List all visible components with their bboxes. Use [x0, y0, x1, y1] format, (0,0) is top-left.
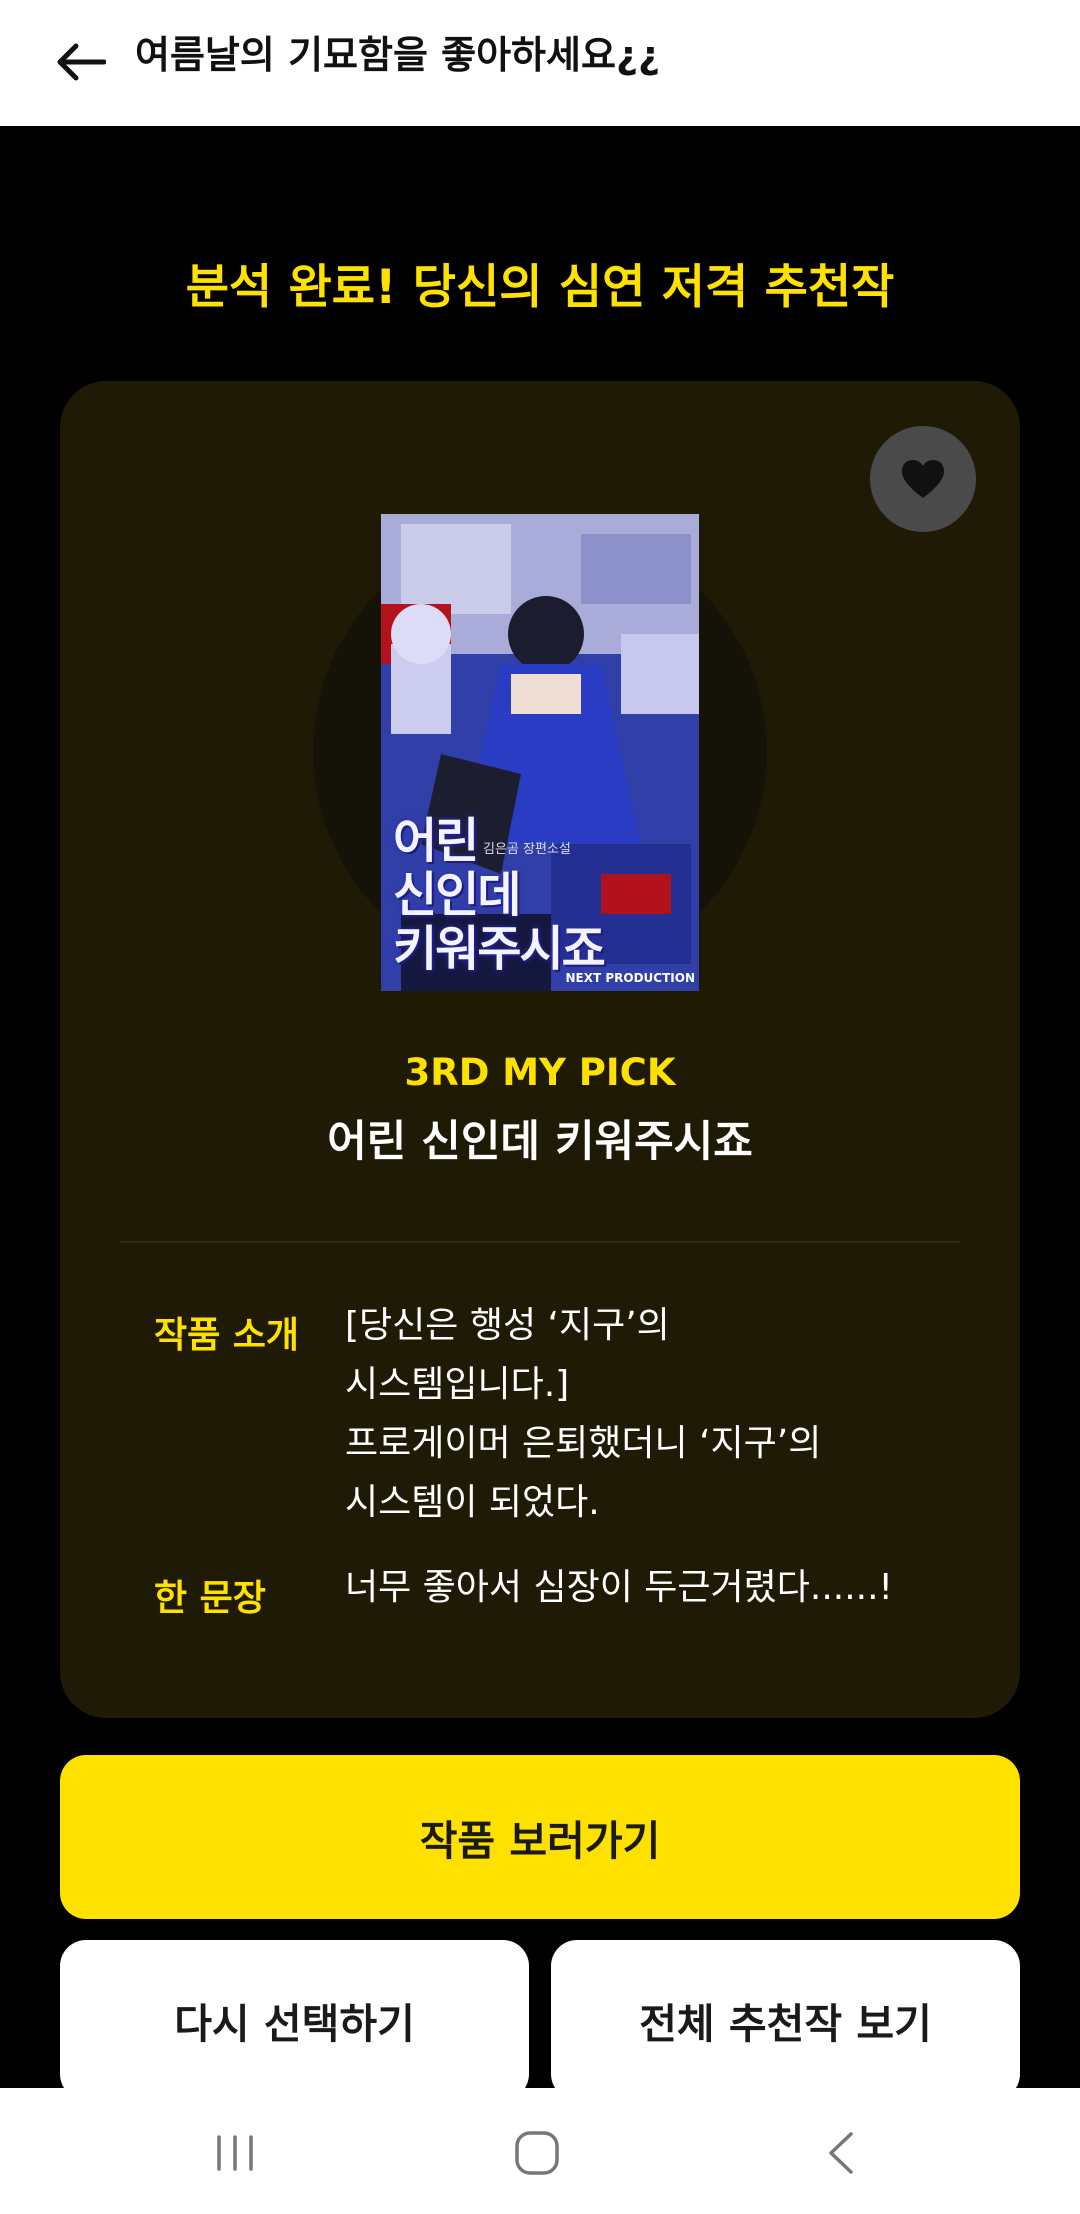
- card-divider: [120, 1241, 960, 1243]
- app-bar: 여름날의 기묘함을 좋아하세요¿¿: [0, 0, 1080, 126]
- heart-icon: [902, 460, 944, 498]
- work-title: 어린 신인데 키워주시죠: [327, 1117, 753, 1167]
- result-page: 여름날의 기묘함을 좋아하세요¿¿ 분석 완료! 당신의 심연 저격 추천작 김…: [0, 0, 1080, 2214]
- view-work-button[interactable]: 작품 보러가기: [60, 1755, 1020, 1919]
- result-headline: 분석 완료! 당신의 심연 저격 추천작: [185, 260, 895, 315]
- all-recommendations-button[interactable]: 전체 추천작 보기: [551, 1940, 1020, 2100]
- home-button[interactable]: [487, 2108, 587, 2198]
- chevron-left-icon: [829, 2132, 853, 2174]
- one-line-label: 한 문장: [154, 1578, 266, 1619]
- intro-label: 작품 소개: [154, 1315, 300, 1356]
- recent-apps-icon: [217, 2135, 253, 2171]
- back-button[interactable]: [40, 22, 120, 102]
- cover-publisher: NEXT PRODUCTION: [565, 971, 696, 985]
- home-icon: [515, 2131, 559, 2175]
- one-line-text: 너무 좋아서 심장이 두근거렸다......!: [345, 1567, 893, 1608]
- book-cover-image[interactable]: 김은곰 장편소설 어린 신인데 키워주시죠 NEXT PRODUCTION: [381, 514, 699, 991]
- recent-apps-button[interactable]: [185, 2108, 285, 2198]
- rank-label: 3RD MY PICK: [404, 1051, 676, 1094]
- cover-title: 어린 신인데 키워주시죠: [393, 813, 606, 977]
- favorite-button[interactable]: [870, 426, 976, 532]
- page-title: 여름날의 기묘함을 좋아하세요¿¿: [135, 33, 661, 77]
- recommendation-card: 김은곰 장편소설 어린 신인데 키워주시죠 NEXT PRODUCTION 3R…: [60, 381, 1020, 1718]
- arrow-left-icon: [57, 43, 106, 81]
- reselect-button[interactable]: 다시 선택하기: [60, 1940, 529, 2100]
- intro-text: [당신은 행성 ‘지구’의 시스템입니다.] 프로게이머 은퇴했더니 ‘지구’의…: [345, 1305, 822, 1523]
- system-back-button[interactable]: [790, 2108, 890, 2198]
- system-nav-bar: [0, 2088, 1080, 2214]
